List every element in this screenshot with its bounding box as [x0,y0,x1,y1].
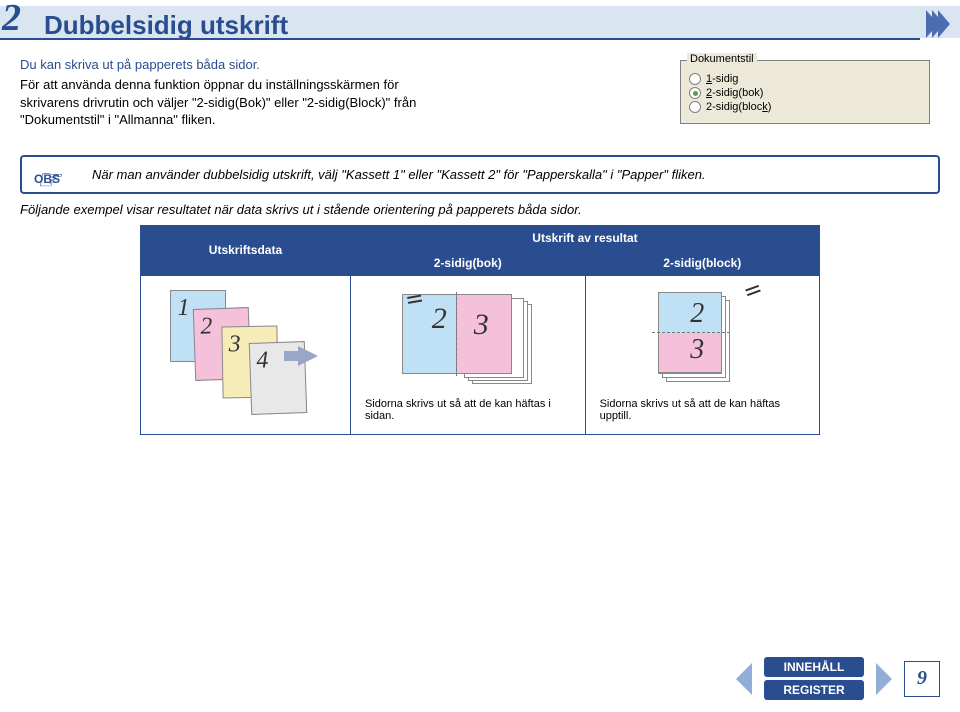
bok-page-num-2: 2 [432,302,447,336]
document-style-dialog: Dokumentstil 1-sidig 2-sidig(bok) 2-sidi… [680,60,930,124]
cell-bok: 2 3 Sidorna skrivs ut så att de kan häft… [350,275,585,434]
section-title: Dubbelsidig utskrift [44,8,960,41]
next-page-button[interactable] [876,663,892,695]
obs-text: När man använder dubbelsidig utskrift, v… [92,167,924,182]
example-intro: Följande exempel visar resultatet när da… [20,202,940,217]
footer-buttons: INNEHÅLL REGISTER [764,657,864,700]
staple-icon [406,290,431,312]
radio-icon [689,101,701,113]
index-button[interactable]: REGISTER [764,680,864,700]
result-table: Utskriftsdata Utskrift av resultat 2-sid… [140,225,820,435]
radio-label: 1-sidig [706,73,738,85]
bok-illustration: 2 3 [388,286,548,396]
block-page-num-3: 3 [690,334,704,366]
intro-body: För att använda denna funktion öppnar du… [20,76,450,129]
contents-button[interactable]: INNEHÅLL [764,657,864,677]
bok-page-num-3: 3 [474,308,489,342]
th-print-result: Utskrift av resultat [350,225,819,250]
fold-line [652,332,730,333]
radio-option-2sidig-bok[interactable]: 2-sidig(bok) [689,87,921,99]
radio-option-1sidig[interactable]: 1-sidig [689,73,921,85]
group-label: Dokumentstil [687,53,757,65]
dokumentstil-group: Dokumentstil 1-sidig 2-sidig(bok) 2-sidi… [680,60,930,124]
staple-icon [744,282,762,299]
section-header: 2 Dubbelsidig utskrift [0,0,960,47]
footer-nav: INNEHÅLL REGISTER 9 [736,657,940,700]
radio-label: 2-sidig(bok) [706,87,763,99]
caption-bok: Sidorna skrivs ut så att de kan häftas i… [357,396,579,424]
th-block: 2-sidig(block) [585,250,819,275]
prev-page-button[interactable] [736,663,752,695]
radio-icon [689,73,701,85]
caption-block: Sidorna skrivs ut så att de kan häftas u… [592,396,813,424]
page-number: 9 [904,661,940,697]
radio-label: 2-sidig(block) [706,101,771,113]
block-illustration: 2 3 [642,286,762,396]
th-print-data: Utskriftsdata [141,225,351,275]
arrow-right-icon [298,346,318,366]
radio-option-2sidig-block[interactable]: 2-sidig(block) [689,101,921,113]
th-bok: 2-sidig(bok) [350,250,585,275]
radio-icon [689,87,701,99]
obs-label: OBS [34,172,60,186]
fold-line [456,292,457,376]
section-number: 2 [2,0,21,40]
obs-note: ☞ OBS När man använder dubbelsidig utskr… [20,155,940,194]
block-page-num-2: 2 [690,298,704,330]
cell-print-data: 1 2 3 4 [141,275,351,434]
cell-block: 2 3 Sidorna skrivs ut så att de kan häft… [585,275,819,434]
